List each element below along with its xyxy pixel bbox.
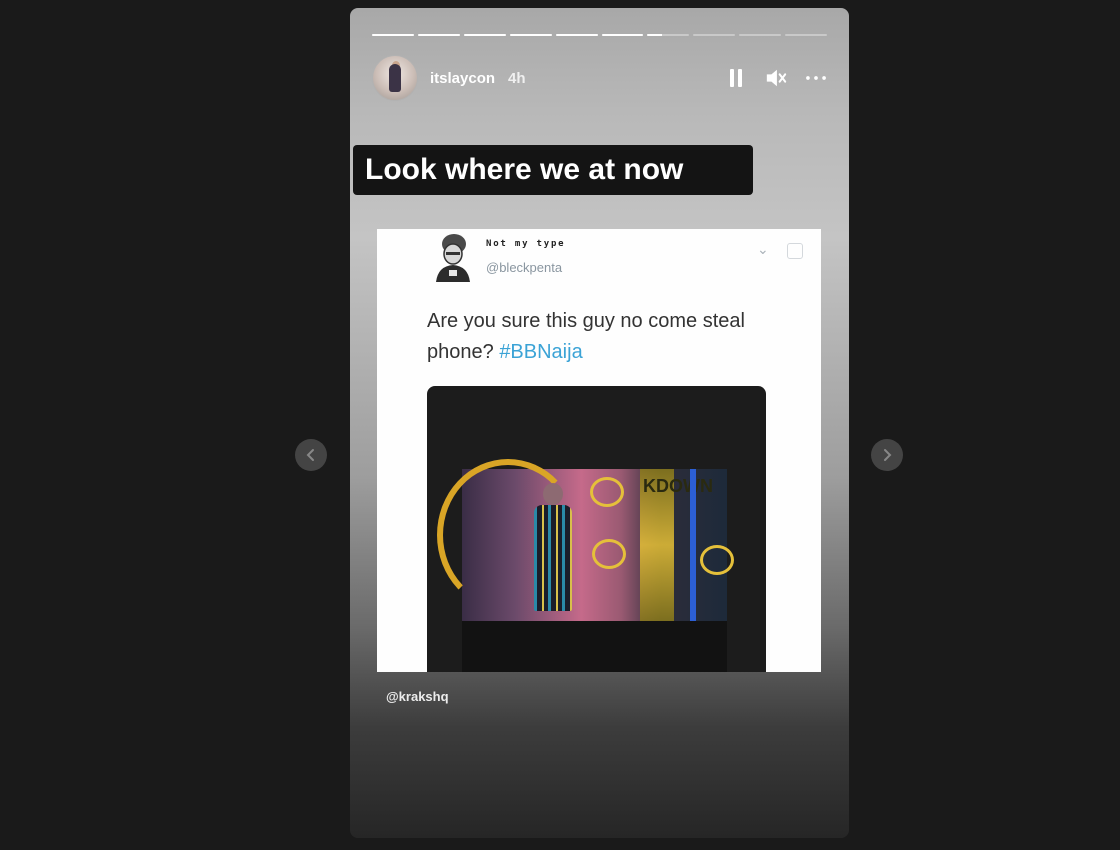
progress-segment — [509, 34, 552, 36]
more-horizontal-icon — [806, 76, 826, 80]
copy-icon — [787, 243, 803, 259]
tweet-author-avatar — [436, 234, 470, 282]
pause-button[interactable] — [725, 67, 747, 89]
story-controls — [725, 67, 827, 89]
story-header: itslaycon 4h — [372, 55, 827, 101]
chevron-left-icon — [306, 449, 314, 461]
username-link[interactable]: itslaycon — [430, 70, 495, 87]
progress-segment — [372, 34, 414, 36]
tweet-media-image: KDOWN — [427, 386, 766, 672]
tweet-screenshot: Not my type @bleckpenta ⌄ Are you sure t… — [377, 229, 821, 672]
story-viewer[interactable]: itslaycon 4h Look where we at now Not my… — [350, 8, 849, 838]
user-avatar[interactable] — [372, 55, 418, 101]
more-options-button[interactable] — [805, 67, 827, 89]
progress-segment — [601, 34, 644, 36]
story-caption: Look where we at now — [353, 145, 753, 195]
credit-tag[interactable]: @krakshq — [386, 689, 449, 704]
chevron-down-icon: ⌄ — [757, 241, 769, 257]
next-story-button[interactable] — [871, 439, 903, 471]
progress-segment — [555, 34, 598, 36]
neon-sign-text: KDOWN — [643, 476, 713, 496]
progress-segment — [463, 34, 506, 36]
progress-segment — [417, 34, 460, 36]
previous-story-button[interactable] — [295, 439, 327, 471]
tv-screen-image: KDOWN — [437, 459, 734, 621]
progress-segment — [739, 34, 782, 36]
chevron-right-icon — [884, 449, 892, 461]
speaker-muted-icon — [766, 69, 787, 87]
progress-segment — [785, 34, 828, 36]
progress-segment — [693, 34, 736, 36]
tweet-hashtag: #BBNaija — [499, 341, 583, 363]
pause-icon — [730, 69, 742, 87]
tweet-body: Are you sure this guy no come steal phon… — [427, 310, 745, 363]
story-progress-bar — [372, 34, 828, 36]
person-on-stage — [530, 483, 574, 611]
tweet-handle: @bleckpenta — [486, 260, 563, 275]
progress-segment — [647, 34, 690, 36]
mute-button[interactable] — [765, 67, 787, 89]
story-timestamp: 4h — [508, 69, 526, 87]
tweet-display-name: Not my type — [486, 239, 566, 249]
tweet-text: Are you sure this guy no come steal phon… — [427, 306, 787, 368]
